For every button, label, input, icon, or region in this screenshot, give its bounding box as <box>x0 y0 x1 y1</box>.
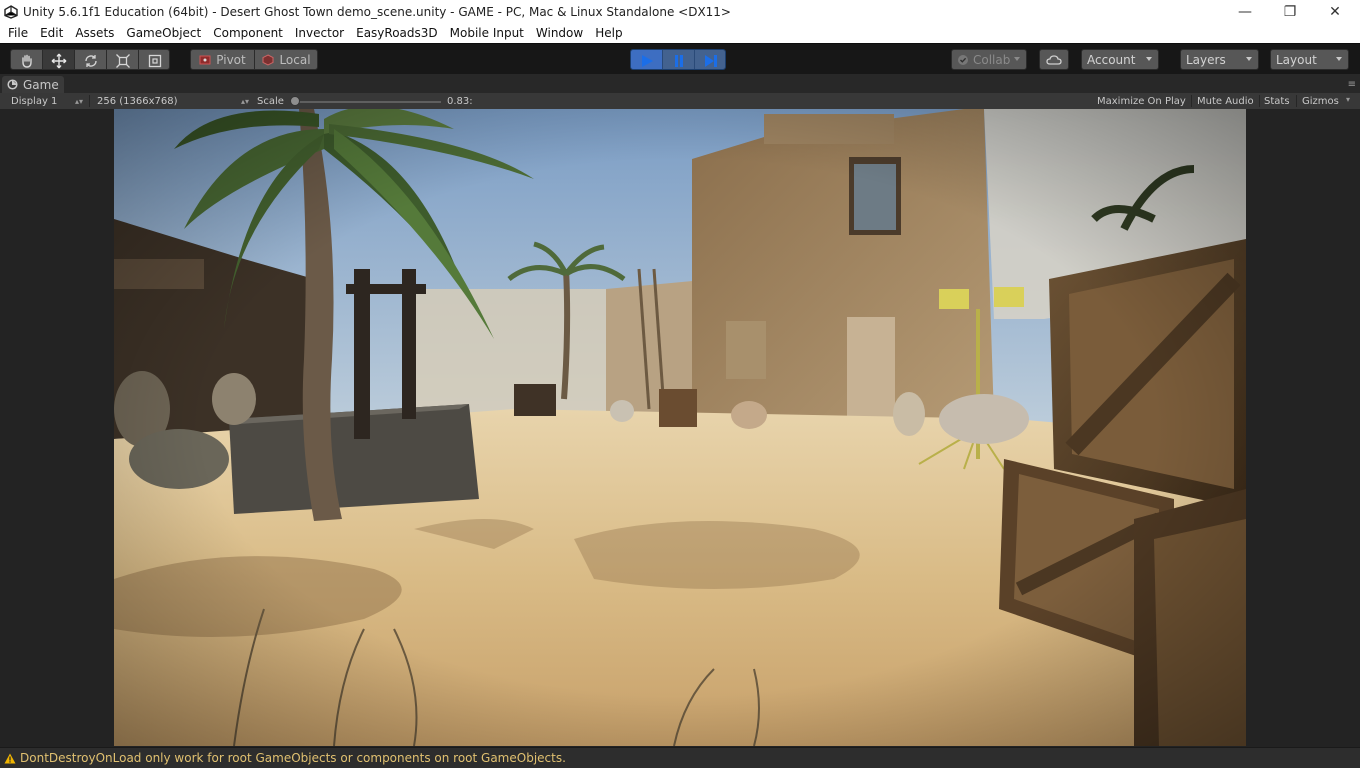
mute-audio-toggle[interactable]: Mute Audio <box>1197 94 1254 108</box>
layout-dropdown[interactable]: Layout <box>1270 49 1349 70</box>
move-tool-button[interactable] <box>43 50 75 69</box>
scale-slider-thumb[interactable] <box>290 96 300 106</box>
game-tab-bar: Game ≡ <box>0 74 1360 93</box>
window-title: Unity 5.6.1f1 Education (64bit) - Desert… <box>23 4 731 19</box>
menu-component[interactable]: Component <box>207 26 289 40</box>
tab-game-label: Game <box>23 77 59 92</box>
desert-ghost-town-scene <box>114 109 1246 746</box>
panel-menu-icon[interactable]: ≡ <box>1348 79 1356 90</box>
gizmos-dropdown[interactable]: Gizmos <box>1302 94 1339 108</box>
rect-transform-icon <box>148 54 162 67</box>
hand-tool-button[interactable] <box>11 50 43 69</box>
local-toggle[interactable]: Local <box>255 50 318 69</box>
scale-label: Scale <box>257 95 284 107</box>
unity-logo-icon <box>0 0 22 23</box>
play-icon <box>641 54 653 67</box>
pause-icon <box>674 54 683 67</box>
maximize-on-play-toggle[interactable]: Maximize On Play <box>1097 94 1186 108</box>
game-view-controls: Display 1 ▴▾ 256 (1366x768) ▴▾ Scale 0.8… <box>0 93 1360 109</box>
collab-label: Collab <box>973 52 1011 67</box>
menu-file[interactable]: File <box>2 26 34 40</box>
separator <box>1259 95 1260 107</box>
close-button[interactable]: ✕ <box>1312 0 1358 23</box>
menu-assets[interactable]: Assets <box>69 26 120 40</box>
tab-game[interactable]: Game <box>2 76 64 93</box>
play-button[interactable] <box>631 50 663 69</box>
display-dropdown[interactable]: Display 1 ▴▾ <box>11 94 83 108</box>
minimize-button[interactable]: — <box>1222 0 1268 23</box>
title-bar: Unity 5.6.1f1 Education (64bit) - Desert… <box>0 0 1360 23</box>
unity-editor-window: Unity 5.6.1f1 Education (64bit) - Desert… <box>0 0 1360 768</box>
restore-button[interactable]: ❐ <box>1267 0 1313 23</box>
hand-icon <box>21 54 32 68</box>
main-toolbar: Pivot Local Collab Account Layers Layout <box>0 43 1360 74</box>
pivot-toggle[interactable]: Pivot <box>191 50 255 69</box>
cloud-icon <box>1046 54 1062 65</box>
menu-invector[interactable]: Invector <box>289 26 350 40</box>
menu-edit[interactable]: Edit <box>34 26 69 40</box>
step-button[interactable] <box>695 50 725 69</box>
close-icon: ✕ <box>1329 3 1341 20</box>
cloud-button[interactable] <box>1039 49 1069 70</box>
menu-help[interactable]: Help <box>589 26 628 40</box>
local-icon <box>262 53 274 66</box>
account-label: Account <box>1087 52 1136 67</box>
rect-tool-button[interactable] <box>139 50 169 69</box>
warning-icon <box>4 753 16 763</box>
display-arrow-icon: ▴▾ <box>74 96 83 106</box>
game-viewport[interactable] <box>114 109 1246 746</box>
display-label: Display 1 <box>11 95 58 107</box>
menu-bar: File Edit Assets GameObject Component In… <box>0 23 1360 43</box>
move-icon <box>51 53 66 68</box>
gizmos-arrow-icon: ▾ <box>1346 95 1351 104</box>
stats-toggle[interactable]: Stats <box>1264 94 1290 108</box>
layers-dropdown[interactable]: Layers <box>1180 49 1259 70</box>
account-dropdown[interactable]: Account <box>1081 49 1159 70</box>
separator <box>1296 95 1297 107</box>
console-status-bar[interactable]: DontDestroyOnLoad only work for root Gam… <box>0 747 1360 768</box>
resolution-label: 256 (1366x768) <box>97 95 178 107</box>
layout-label: Layout <box>1276 52 1317 67</box>
play-controls <box>630 49 726 70</box>
transform-tools <box>10 49 170 70</box>
step-icon <box>705 54 717 67</box>
pivot-icon <box>199 55 211 64</box>
pivot-label: Pivot <box>216 52 246 67</box>
pivot-local-group: Pivot Local <box>190 49 318 70</box>
resolution-dropdown[interactable]: 256 (1366x768) ▴▾ <box>97 94 249 108</box>
status-message: DontDestroyOnLoad only work for root Gam… <box>20 751 566 765</box>
collab-check-icon <box>958 54 968 65</box>
pause-button[interactable] <box>663 50 695 69</box>
rotate-icon <box>84 54 97 67</box>
menu-easyroads3d[interactable]: EasyRoads3D <box>350 26 444 40</box>
scale-value: 0.83: <box>447 95 473 107</box>
rotate-tool-button[interactable] <box>75 50 107 69</box>
menu-gameobject[interactable]: GameObject <box>120 26 207 40</box>
game-controller-icon <box>7 79 18 90</box>
menu-mobile-input[interactable]: Mobile Input <box>444 26 530 40</box>
minimize-icon: — <box>1238 3 1252 20</box>
separator <box>89 95 90 107</box>
layers-label: Layers <box>1186 52 1226 67</box>
scale-icon <box>115 53 130 68</box>
scale-slider-track[interactable] <box>291 101 441 103</box>
local-label: Local <box>279 52 311 67</box>
restore-icon: ❐ <box>1283 3 1297 20</box>
scale-tool-button[interactable] <box>107 50 139 69</box>
collab-dropdown[interactable]: Collab <box>951 49 1027 70</box>
menu-window[interactable]: Window <box>530 26 589 40</box>
resolution-arrow-icon: ▴▾ <box>240 96 249 106</box>
separator <box>1191 95 1192 107</box>
